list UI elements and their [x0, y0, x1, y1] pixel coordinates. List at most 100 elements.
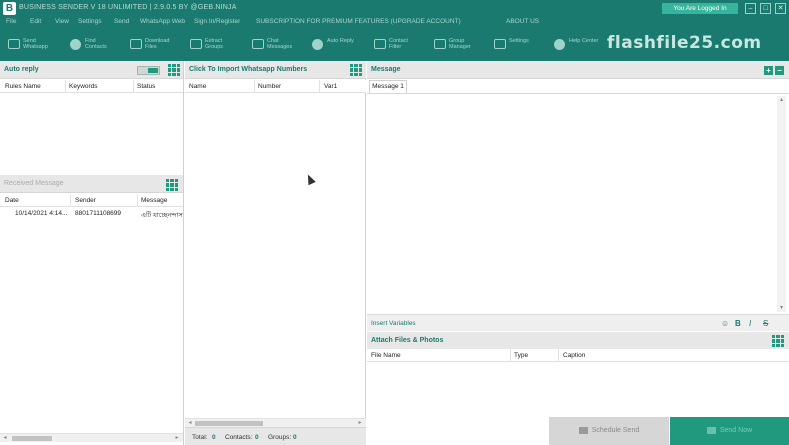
- download-icon: [130, 39, 142, 49]
- toolbar-label: Help Center: [569, 38, 599, 44]
- strike-button[interactable]: S: [763, 319, 768, 328]
- menu-send[interactable]: Send: [114, 18, 129, 25]
- title-bar: B BUSINESS SENDER V 18 UNLIMITED | 2.9.0…: [0, 0, 789, 17]
- toolbar-label: Send Whatsapp: [23, 38, 48, 50]
- italic-button[interactable]: I: [749, 319, 751, 328]
- cloud-icon: [554, 39, 565, 50]
- col-status[interactable]: Status: [137, 83, 155, 90]
- scroll-up-icon[interactable]: ▴: [778, 96, 785, 103]
- contacts-label: Contacts:: [225, 434, 253, 441]
- menu-settings[interactable]: Settings: [78, 18, 102, 25]
- scroll-left-icon[interactable]: ◂: [2, 435, 8, 441]
- scroll-thumb[interactable]: [195, 421, 263, 426]
- close-button[interactable]: ✕: [775, 3, 786, 14]
- message-editor[interactable]: ▴ ▾: [367, 93, 789, 313]
- send-icon: [706, 426, 716, 434]
- col-type[interactable]: Type: [514, 352, 528, 359]
- grid-menu-icon[interactable]: [772, 335, 784, 347]
- contacts-value: 0: [255, 434, 259, 441]
- scroll-down-icon[interactable]: ▾: [778, 304, 785, 311]
- grid-menu-icon[interactable]: [168, 64, 180, 76]
- received-header: Received Message: [0, 175, 183, 193]
- right-panel: Message + − Message 1 ▴ ▾ Insert Variabl…: [367, 61, 789, 445]
- action-buttons: Schedule Send Send Now: [549, 417, 789, 445]
- menu-edit[interactable]: Edit: [30, 18, 41, 25]
- horizontal-scrollbar[interactable]: ◂ ▸: [185, 418, 366, 427]
- left-panel: Auto reply Rules Name Keywords Status Re…: [0, 61, 184, 445]
- send-icon: [8, 39, 20, 49]
- col-date[interactable]: Date: [5, 197, 19, 204]
- add-message-button[interactable]: +: [764, 66, 773, 75]
- menu-about[interactable]: ABOUT US: [506, 18, 539, 25]
- auto-reply-columns: Rules Name Keywords Status: [0, 80, 183, 93]
- scroll-right-icon[interactable]: ▸: [174, 435, 180, 441]
- col-number[interactable]: Number: [258, 83, 281, 90]
- table-row[interactable]: 10/14/2021 4:14... 8801711108699 এটি যাচ…: [0, 208, 183, 219]
- cell-date: 10/14/2021 4:14...: [15, 210, 68, 217]
- cell-message: এটি যাচ্ছেনন্দাস: [141, 212, 183, 219]
- calendar-icon: [578, 426, 588, 434]
- schedule-send-button[interactable]: Schedule Send: [549, 417, 669, 445]
- middle-panel: Click To Import Whatsapp Numbers Name Nu…: [185, 61, 366, 445]
- cell-sender: 8801711108699: [75, 210, 122, 217]
- menu-whatsapp-web[interactable]: WhatsApp Web: [140, 18, 185, 25]
- toolbar-label: Find Contacts: [85, 38, 107, 50]
- toolbar-label: Contact Filter: [389, 38, 408, 50]
- insert-variables-link[interactable]: Insert Variables: [371, 320, 416, 327]
- menu-bar: File Edit View Settings Send WhatsApp We…: [0, 17, 789, 29]
- toolbar-label: Extract Groups: [205, 38, 224, 50]
- col-sender[interactable]: Sender: [75, 197, 96, 204]
- variables-bar: Insert Variables ☺ B I S: [367, 314, 789, 331]
- attach-columns: File Name Type Caption: [367, 349, 789, 362]
- scroll-thumb[interactable]: [12, 436, 52, 441]
- grid-menu-icon[interactable]: [166, 179, 178, 191]
- import-columns: Name Number Var1: [185, 80, 366, 93]
- col-file-name[interactable]: File Name: [371, 352, 401, 359]
- auto-reply-header: Auto reply: [0, 61, 183, 79]
- send-now-label: Send Now: [719, 427, 753, 434]
- remove-message-button[interactable]: −: [775, 66, 784, 75]
- col-var1[interactable]: Var1: [324, 83, 337, 90]
- scroll-left-icon[interactable]: ◂: [187, 420, 193, 426]
- tab-message-1[interactable]: Message 1: [369, 80, 407, 93]
- grid-menu-icon[interactable]: [350, 64, 362, 76]
- menu-subscription[interactable]: SUBSCRIPTION FOR PREMIUM FEATURES (UPGRA…: [256, 18, 461, 25]
- login-status-button[interactable]: You Are Logged In: [662, 3, 738, 14]
- maximize-button[interactable]: □: [760, 3, 771, 14]
- col-keywords[interactable]: Keywords: [69, 83, 98, 90]
- toolbar-label: Chat Messages: [267, 38, 293, 50]
- bold-button[interactable]: B: [735, 319, 741, 328]
- auto-reply-toggle[interactable]: [137, 66, 160, 75]
- message-title: Message: [371, 66, 401, 73]
- vertical-scrollbar[interactable]: ▴ ▾: [777, 96, 786, 312]
- emoji-icon[interactable]: ☺: [721, 319, 729, 328]
- menu-file[interactable]: File: [6, 18, 16, 25]
- col-name[interactable]: Name: [189, 83, 206, 90]
- scroll-right-icon[interactable]: ▸: [357, 420, 363, 426]
- auto-reply-title: Auto reply: [4, 66, 39, 73]
- col-rules-name[interactable]: Rules Name: [5, 83, 41, 90]
- horizontal-scrollbar[interactable]: ◂ ▸: [0, 433, 183, 442]
- toolbar-label: Download Files: [145, 38, 170, 50]
- import-header[interactable]: Click To Import Whatsapp Numbers: [185, 61, 366, 79]
- schedule-send-label: Schedule Send: [591, 427, 640, 434]
- app-logo: B: [3, 2, 16, 15]
- toolbar-label: Settings: [509, 38, 529, 44]
- toolbar-label: Group Manager: [449, 38, 471, 50]
- group-icon: [190, 39, 202, 49]
- toolbar-label: Auto Reply: [327, 38, 354, 44]
- filter-icon: [374, 39, 386, 49]
- menu-view[interactable]: View: [55, 18, 69, 25]
- col-message[interactable]: Message: [141, 197, 167, 204]
- minimize-button[interactable]: –: [745, 3, 756, 14]
- attach-header: Attach Files & Photos: [367, 332, 789, 350]
- watermark: flashfile25.com: [607, 33, 762, 53]
- received-columns: Date Sender Message: [0, 194, 183, 207]
- col-caption[interactable]: Caption: [563, 352, 585, 359]
- import-title[interactable]: Click To Import Whatsapp Numbers: [189, 66, 307, 73]
- window-title: BUSINESS SENDER V 18 UNLIMITED | 2.9.0.5…: [19, 4, 237, 11]
- send-now-button[interactable]: Send Now: [670, 417, 789, 445]
- menu-sign-in[interactable]: Sign In/Register: [194, 18, 240, 25]
- groups-value: 0: [293, 434, 297, 441]
- settings-icon: [494, 39, 506, 49]
